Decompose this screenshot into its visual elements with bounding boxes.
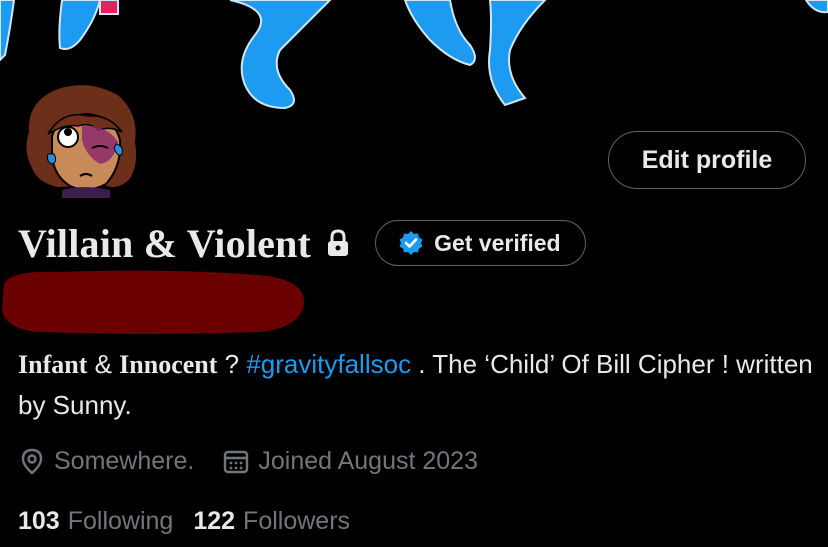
following-label: Following bbox=[67, 506, 174, 535]
get-verified-button[interactable]: Get verified bbox=[375, 220, 586, 266]
profile-page: Edit profile Villain & Violent Get verif… bbox=[0, 0, 828, 547]
followers-link[interactable]: 122 Followers bbox=[193, 507, 350, 536]
location-pin-icon bbox=[21, 448, 43, 475]
bio-text: ? bbox=[217, 349, 247, 379]
hashtag-link[interactable]: #gravityfallsoc bbox=[246, 349, 411, 379]
verified-badge-icon bbox=[399, 231, 423, 255]
get-verified-label: Get verified bbox=[434, 229, 561, 256]
bio-text: & bbox=[87, 349, 120, 379]
profile-meta: Somewhere. Joined August 2023 bbox=[18, 440, 478, 482]
profile-bio: Infant & Innocent ? #gravityfallsoc . Th… bbox=[18, 344, 818, 426]
following-count: 103 bbox=[18, 506, 60, 535]
followers-count: 122 bbox=[193, 506, 236, 535]
lock-icon bbox=[325, 228, 351, 258]
following-link[interactable]: 103 Following bbox=[18, 507, 173, 536]
joined-date-text: Joined August 2023 bbox=[258, 446, 478, 475]
bio-text: Infant bbox=[18, 350, 88, 379]
display-name: Villain & Violent bbox=[18, 220, 312, 266]
edit-profile-button[interactable]: Edit profile bbox=[608, 131, 806, 189]
follow-stats: 103 Following 122 Followers bbox=[18, 500, 350, 542]
calendar-icon bbox=[224, 450, 249, 474]
name-row: Villain & Violent Get verified bbox=[18, 216, 586, 270]
joined-item: Joined August 2023 bbox=[222, 447, 478, 476]
avatar[interactable] bbox=[18, 80, 146, 198]
followers-label: Followers bbox=[243, 506, 351, 535]
location-item: Somewhere. bbox=[18, 447, 194, 476]
location-text: Somewhere. bbox=[54, 446, 195, 475]
bio-text: Innocent bbox=[119, 350, 218, 379]
handle-redaction bbox=[0, 266, 308, 338]
